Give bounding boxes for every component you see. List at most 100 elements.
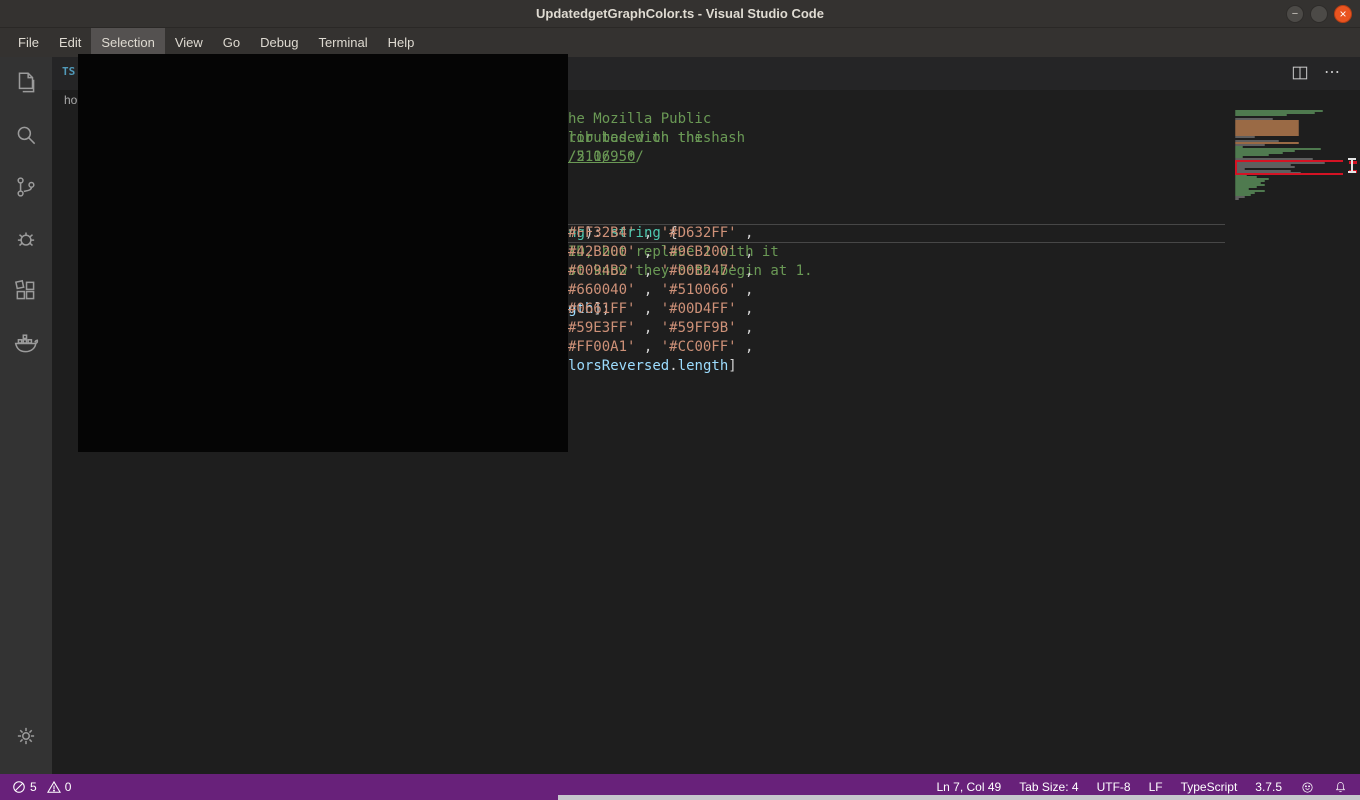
tab-size-indicator[interactable]: Tab Size: 4 [1019,780,1078,794]
title-bar: UpdatedgetGraphColor.ts - Visual Studio … [0,0,1360,28]
close-button[interactable]: × [1334,5,1352,23]
error-icon [12,780,26,794]
code-token: '#510066' [661,282,737,298]
minimap-row [1235,114,1287,116]
menu-terminal[interactable]: Terminal [308,28,377,57]
feedback-smiley-icon[interactable] [1300,780,1315,795]
code-token: #42B200' [568,244,635,260]
minimap-row [1235,198,1239,200]
search-button[interactable] [0,109,52,161]
code-token: , [635,263,660,279]
cursor-position[interactable]: Ln 7, Col 49 [936,780,1001,794]
code-fragment-line[interactable]: #0094B2' , '#00B247' , [568,262,753,281]
language-mode[interactable]: TypeScript [1181,780,1238,794]
text-cursor-pointer [1347,158,1357,173]
code-token: , [635,320,660,336]
window-controls: − × [1286,5,1352,23]
code-token: . [669,358,677,374]
source-control-button[interactable] [0,161,52,213]
minimap[interactable] [1235,110,1343,200]
encoding-indicator[interactable]: UTF-8 [1097,780,1131,794]
warning-count: 0 [65,780,72,794]
bottom-edge-artifact [558,795,1360,800]
code-fragment-line[interactable]: #660040' , '#510066' , [568,281,753,300]
code-token: /2.0/. [568,149,619,165]
code-fragment-line[interactable] [568,167,753,186]
split-editor-icon[interactable] [1290,63,1310,83]
extensions-icon [13,278,39,304]
gear-icon [13,723,39,749]
code-token: , [635,282,660,298]
menu-bar: FileEditSelectionViewGoDebugTerminalHelp [0,28,1360,57]
code-token: , [737,320,754,336]
source-control-icon [13,174,39,200]
code-token: #59E3FF' [568,320,635,336]
code-fragment-line[interactable]: #59E3FF' , '#59FF9B' , [568,319,753,338]
menu-edit[interactable]: Edit [49,28,91,57]
code-fragment-line[interactable] [568,186,753,205]
minimap-row [1235,136,1255,138]
code-token: #660040' [568,282,635,298]
code-token: , [737,263,754,279]
code-fragment-line[interactable]: #0661FF' , '#00D4FF' , [568,300,753,319]
code-token: , [635,244,660,260]
maximize-button[interactable] [1310,5,1328,23]
problems-errors[interactable]: 5 [12,780,37,794]
debug-icon [13,226,39,252]
code-fragment-line[interactable]: #FF00A1' , '#CC00FF' , [568,338,753,357]
problems-warnings[interactable]: 0 [47,780,72,794]
code-fragment-line[interactable]: ributed with this [568,129,753,148]
menu-debug[interactable]: Debug [250,28,308,57]
more-actions-icon[interactable]: ⋯ [1324,61,1340,85]
code-fragment-line[interactable]: /2.0/. */ [568,148,753,167]
search-icon [13,122,39,148]
code-token: he Mozilla Public [568,111,711,127]
code-token: , [737,339,754,355]
code-token: , [635,301,660,317]
code-token: #0094B2' [568,263,635,279]
menu-file[interactable]: File [8,28,49,57]
code-token: , [737,244,754,260]
docker-button[interactable] [0,317,52,369]
code-token: colorsReversed [551,358,669,374]
explorer-icon [13,70,39,96]
code-token: , [635,339,660,355]
vscode-window: UpdatedgetGraphColor.ts - Visual Studio … [0,0,1360,800]
menu-go[interactable]: Go [213,28,250,57]
activity-bar [0,57,52,774]
code-fragment-line[interactable]: he Mozilla Public [568,110,753,129]
code-token: '#CC00FF' [661,339,737,355]
warning-icon [47,780,61,794]
code-token: , [737,301,754,317]
code-fragment-line[interactable] [568,205,753,224]
code-token: '#00B247' [661,263,737,279]
typescript-file-icon: TS [62,65,75,78]
explorer-button[interactable] [0,57,52,109]
code-token: #FF00A1' [568,339,635,355]
code-token: ] [728,358,736,374]
minimize-button[interactable]: − [1286,5,1304,23]
debug-button[interactable] [0,213,52,265]
settings-button[interactable] [0,710,52,762]
typescript-version[interactable]: 3.7.5 [1255,780,1282,794]
code-token: length [678,358,729,374]
code-fragment-line[interactable]: #42B200' , '#9CB200' , [568,243,753,262]
eol-indicator[interactable]: LF [1149,780,1163,794]
docker-icon [13,330,39,356]
extensions-button[interactable] [0,265,52,317]
code-token: #0661FF' [568,301,635,317]
redacted-overlay [78,54,568,452]
code-token: , [737,282,754,298]
error-count: 5 [30,780,37,794]
menu-selection[interactable]: Selection [91,28,164,57]
notifications-bell-icon[interactable] [1333,780,1348,795]
code-token: ributed with this [568,130,711,146]
window-title: UpdatedgetGraphColor.ts - Visual Studio … [0,0,1360,28]
menu-help[interactable]: Help [378,28,425,57]
code-token: */ [619,149,644,165]
code-token: '#9CB200' [661,244,737,260]
minimap-error-region [1235,160,1343,175]
code-token: '#59FF9B' [661,320,737,336]
menu-view[interactable]: View [165,28,213,57]
code-token: '#00D4FF' [661,301,737,317]
